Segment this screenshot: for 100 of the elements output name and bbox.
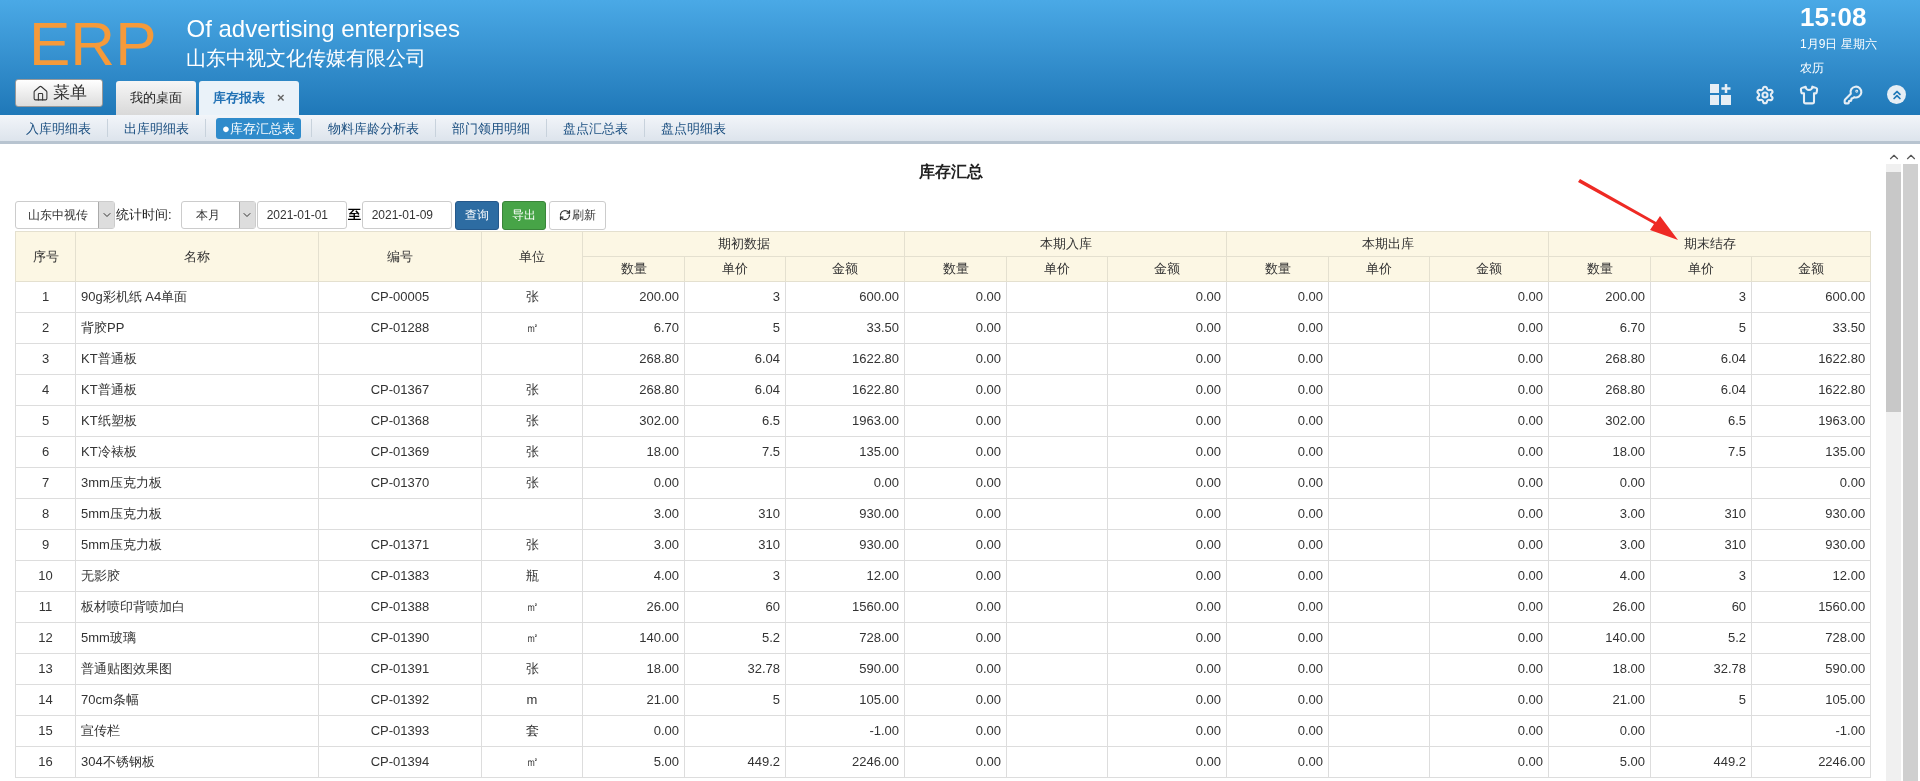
- table-cell: 590.00: [1825, 661, 1866, 677]
- company-name: 山东中视文化传媒有限公司: [186, 46, 428, 71]
- table-cell: 4.00: [1619, 568, 1646, 584]
- table-cell: 0.00: [1297, 413, 1324, 429]
- tab[interactable]: 库存报表 ×: [199, 81, 299, 115]
- table-cell: 6.5: [1728, 413, 1747, 429]
- table-cell: 60: [765, 599, 780, 615]
- table-cell: 0.00: [975, 754, 1002, 770]
- company-select[interactable]: 山东中视传: [15, 201, 115, 229]
- table-cell: 张: [525, 289, 539, 305]
- table-cell: 5: [1738, 692, 1747, 708]
- table-cell: 张: [525, 382, 539, 398]
- table-cell: 0.00: [975, 506, 1002, 522]
- settings-icon[interactable]: [1755, 84, 1775, 105]
- table-cell: 33.50: [866, 320, 900, 336]
- table-cell: CP-01390: [370, 630, 430, 646]
- table-cell: CP-01369: [370, 444, 430, 460]
- table-cell: 3.00: [1619, 537, 1646, 553]
- table-cell: 0.00: [1517, 289, 1544, 305]
- table-cell: 背胶PP: [81, 320, 125, 336]
- table-cell: CP-01383: [370, 568, 430, 584]
- key-icon[interactable]: [1843, 84, 1863, 105]
- menu-button[interactable]: 菜单: [15, 79, 103, 107]
- table-cell: 268.80: [1605, 351, 1646, 367]
- tab[interactable]: 我的桌面: [116, 81, 196, 115]
- table-cell: 6.70: [1619, 320, 1646, 336]
- table-cell: 1622.80: [852, 351, 900, 367]
- report-tab[interactable]: ●库存汇总表: [216, 117, 301, 139]
- close-icon[interactable]: ×: [277, 88, 285, 108]
- table-cell: 304不锈钢板: [81, 754, 155, 770]
- table-cell: 0.00: [1517, 692, 1544, 708]
- table-cell: 5.00: [653, 754, 679, 770]
- table-cell: 6.04: [1720, 351, 1747, 367]
- table-cell: 90g彩机纸 A4单面: [81, 289, 188, 305]
- table-cell: 16: [38, 754, 53, 770]
- table-cell: 5: [41, 413, 50, 429]
- table-cell: 600.00: [1825, 289, 1866, 305]
- table-cell: 3: [41, 351, 50, 367]
- table-cell: 0.00: [1517, 382, 1544, 398]
- table-cell: 2: [41, 320, 50, 336]
- table-cell: 3mm压克力板: [81, 475, 162, 491]
- column-group-header: 本期出库: [1226, 231, 1549, 257]
- table-cell: 0.00: [1297, 568, 1324, 584]
- report-tab[interactable]: 出库明细表: [118, 117, 195, 139]
- report-tab[interactable]: 入库明细表: [20, 117, 97, 139]
- table-cell: 0.00: [1517, 661, 1544, 677]
- shirt-icon[interactable]: [1799, 84, 1819, 105]
- table-cell: 5.2: [1728, 630, 1747, 646]
- table-cell: 21.00: [1612, 692, 1646, 708]
- table-cell: 60: [1731, 599, 1747, 615]
- table-cell: 0.00: [975, 444, 1002, 460]
- table-cell: CP-01393: [370, 723, 430, 739]
- scroll-thumb[interactable]: [1886, 172, 1901, 412]
- table-cell: 0.00: [1297, 630, 1324, 646]
- report-tab[interactable]: 盘点明细表: [654, 117, 732, 139]
- table-cell: 0.00: [975, 630, 1002, 646]
- table-cell: 1622.80: [1818, 351, 1866, 367]
- period-select[interactable]: 本月: [180, 201, 256, 229]
- refresh-icon: [558, 209, 571, 221]
- table-cell: 21.00: [646, 692, 679, 708]
- table-cell: 0.00: [1195, 661, 1222, 677]
- period-label: 统计时间:: [116, 206, 172, 225]
- table-cell: 1560.00: [1818, 599, 1866, 615]
- report-tab[interactable]: 物料库龄分析表: [321, 117, 425, 139]
- table-cell: 449.2: [747, 754, 780, 770]
- table-cell: 0.00: [975, 289, 1002, 305]
- table-cell: 6.70: [653, 320, 679, 336]
- table-cell: CP-01367: [370, 382, 430, 398]
- table-cell: 0.00: [975, 475, 1002, 491]
- table-cell: 0.00: [1195, 568, 1222, 584]
- table-cell: 0.00: [975, 382, 1002, 398]
- table-cell: 4: [41, 382, 50, 398]
- table-cell: 140.00: [639, 630, 679, 646]
- table-cell: 728.00: [1825, 630, 1866, 646]
- end-date-field[interactable]: 2021-01-09: [361, 201, 452, 229]
- table-cell: 3.00: [653, 537, 679, 553]
- table-cell: 0.00: [975, 568, 1002, 584]
- report-tab[interactable]: 盘点汇总表: [556, 117, 634, 139]
- table-cell: 套: [525, 723, 539, 739]
- table-cell: 张: [525, 537, 539, 553]
- table-cell: m: [526, 692, 538, 708]
- table-cell: 5.2: [761, 630, 780, 646]
- table-cell: 0.00: [1297, 289, 1324, 305]
- table-cell: 0.00: [1297, 723, 1324, 739]
- query-button[interactable]: 查询: [454, 200, 499, 230]
- table-cell: 268.80: [639, 382, 679, 398]
- add-widget-icon[interactable]: [1710, 84, 1731, 105]
- table-cell: 1622.80: [1818, 382, 1866, 398]
- refresh-button[interactable]: 刷新: [548, 200, 606, 230]
- start-date-field[interactable]: 2021-01-01: [256, 201, 347, 229]
- table-cell: CP-01391: [370, 661, 430, 677]
- table-cell: CP-01368: [370, 413, 430, 429]
- collapse-icon[interactable]: [1887, 85, 1906, 104]
- table-cell: 5mm压克力板: [81, 506, 162, 522]
- report-tab[interactable]: 部门领用明细: [445, 117, 536, 139]
- table-cell: 3: [1738, 289, 1747, 305]
- table-cell: 5: [1738, 320, 1747, 336]
- column-header: 单价: [1650, 256, 1752, 282]
- table-cell: 310: [758, 506, 780, 522]
- table-cell: CP-01388: [370, 599, 430, 615]
